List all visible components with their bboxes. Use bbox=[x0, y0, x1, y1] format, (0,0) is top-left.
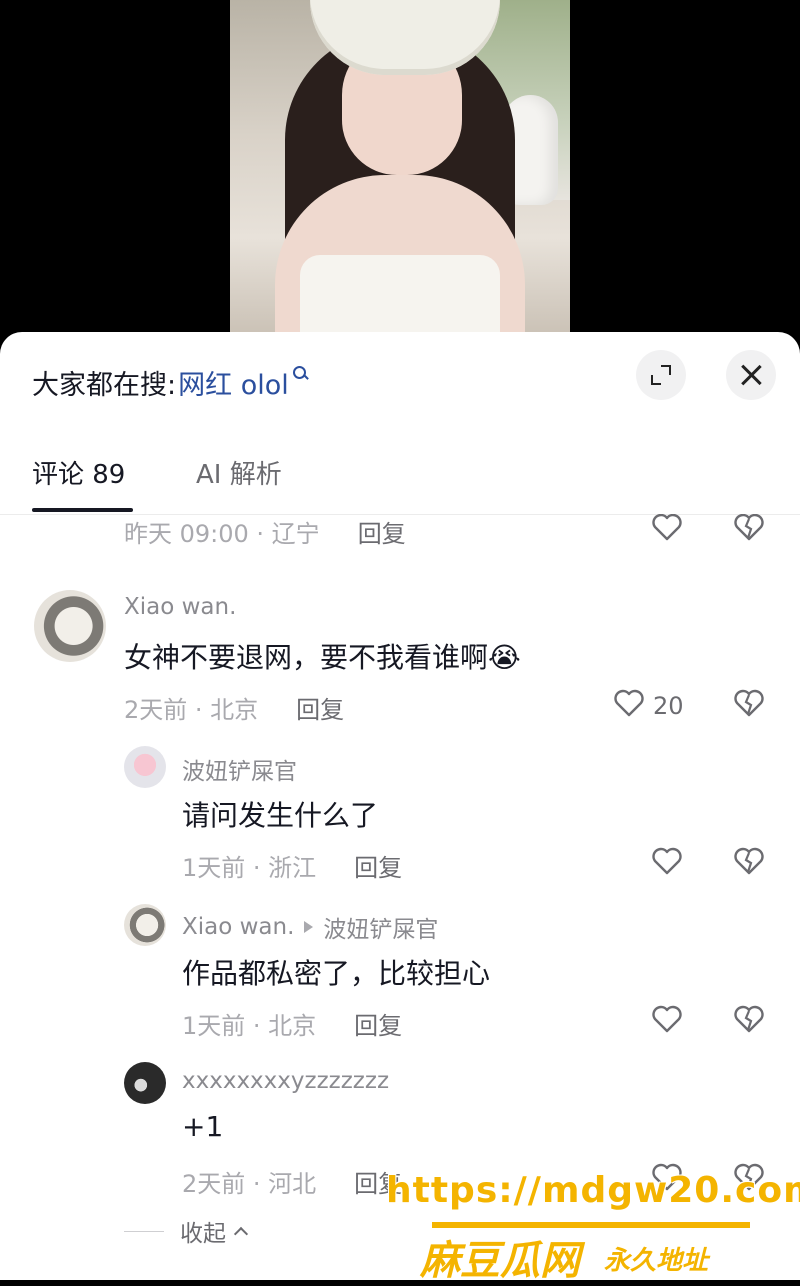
like-icon[interactable] bbox=[650, 844, 684, 878]
reply-header: Xiao wan. 波妞铲屎官 bbox=[182, 910, 438, 944]
reply-username[interactable]: Xiao wan. bbox=[182, 914, 294, 940]
comment-meta: 昨天 09:00 · 辽宁 回复 bbox=[124, 514, 406, 549]
expand-button[interactable] bbox=[636, 350, 686, 400]
comment-meta: 2天前 · 北京 回复 bbox=[124, 690, 344, 725]
active-tab-indicator bbox=[32, 508, 133, 512]
comment-time-location: 2天前 · 北京 bbox=[124, 696, 259, 724]
reply-to-username[interactable]: 波妞铲屎官 bbox=[323, 910, 438, 944]
watermark-subtitle: 永久地址 bbox=[604, 1246, 709, 1276]
reply-text: 作品都私密了，比较担心 bbox=[182, 957, 491, 990]
watermark-site-name: 麻豆瓜网 bbox=[420, 1238, 580, 1284]
close-icon bbox=[740, 364, 762, 386]
comment-text: 女神不要退网，要不我看谁啊😭 bbox=[124, 641, 521, 674]
like-icon[interactable] bbox=[650, 514, 684, 544]
avatar[interactable] bbox=[34, 590, 106, 662]
tab-ai-analysis[interactable]: AI 解析 bbox=[196, 454, 282, 491]
comment-time-location: 昨天 09:00 · 辽宁 bbox=[124, 520, 320, 548]
video-player[interactable] bbox=[0, 0, 800, 340]
dislike-icon[interactable] bbox=[732, 686, 766, 720]
trending-search[interactable]: 大家都在搜: 网红 olol bbox=[32, 362, 309, 402]
avatar[interactable] bbox=[124, 904, 166, 946]
reply-text: +1 bbox=[182, 1110, 224, 1143]
reply-button[interactable]: 回复 bbox=[296, 690, 344, 725]
comment-sheet: 大家都在搜: 网红 olol 评论 89 AI 解析 昨天 09:00 · 辽宁… bbox=[0, 332, 800, 1280]
reply-button[interactable]: 回复 bbox=[354, 1006, 402, 1041]
reply-username[interactable]: 波妞铲屎官 bbox=[182, 752, 297, 786]
avatar[interactable] bbox=[124, 1062, 166, 1104]
dislike-icon[interactable] bbox=[732, 844, 766, 878]
reply-meta: 2天前 · 河北 回复 bbox=[182, 1164, 402, 1199]
reply-button[interactable]: 回复 bbox=[354, 848, 402, 883]
reply-username[interactable]: xxxxxxxxyzzzzzzz bbox=[182, 1068, 389, 1094]
collapse-replies-button[interactable]: 收起 bbox=[124, 1214, 249, 1248]
expand-icon bbox=[651, 365, 671, 385]
reply-time-location: 2天前 · 河北 bbox=[182, 1170, 317, 1198]
reply-time-location: 1天前 · 浙江 bbox=[182, 854, 317, 882]
reply-to-arrow-icon bbox=[304, 921, 314, 933]
close-button[interactable] bbox=[726, 350, 776, 400]
video-thumbnail bbox=[230, 0, 570, 340]
trending-search-keyword[interactable]: 网红 olol bbox=[178, 363, 289, 402]
like-icon[interactable] bbox=[612, 686, 646, 720]
reply-meta: 1天前 · 浙江 回复 bbox=[182, 848, 402, 883]
tab-comments[interactable]: 评论 89 bbox=[32, 454, 125, 491]
comment-tabs: 评论 89 AI 解析 bbox=[0, 450, 800, 515]
reply-meta: 1天前 · 北京 回复 bbox=[182, 1006, 402, 1041]
reply-time-location: 1天前 · 北京 bbox=[182, 1012, 317, 1040]
reply-text: 请问发生什么了 bbox=[182, 799, 379, 832]
like-icon[interactable] bbox=[650, 1002, 684, 1036]
reply-button[interactable]: 回复 bbox=[358, 514, 406, 549]
comment-username[interactable]: Xiao wan. bbox=[124, 594, 236, 620]
collapse-label: 收起 bbox=[180, 1221, 226, 1247]
like-count: 20 bbox=[653, 692, 684, 720]
chevron-up-icon bbox=[233, 1226, 249, 1242]
comment-list[interactable]: 昨天 09:00 · 辽宁 回复 Xiao wan. 女神不要退网，要不我看谁啊… bbox=[0, 514, 800, 1280]
avatar[interactable] bbox=[124, 746, 166, 788]
dislike-icon[interactable] bbox=[732, 514, 766, 544]
dislike-icon[interactable] bbox=[732, 1002, 766, 1036]
divider bbox=[124, 1230, 164, 1232]
search-icon bbox=[292, 366, 309, 382]
trending-search-prefix: 大家都在搜: bbox=[32, 369, 177, 401]
watermark-url: https://mdgw20.com bbox=[386, 1170, 800, 1211]
